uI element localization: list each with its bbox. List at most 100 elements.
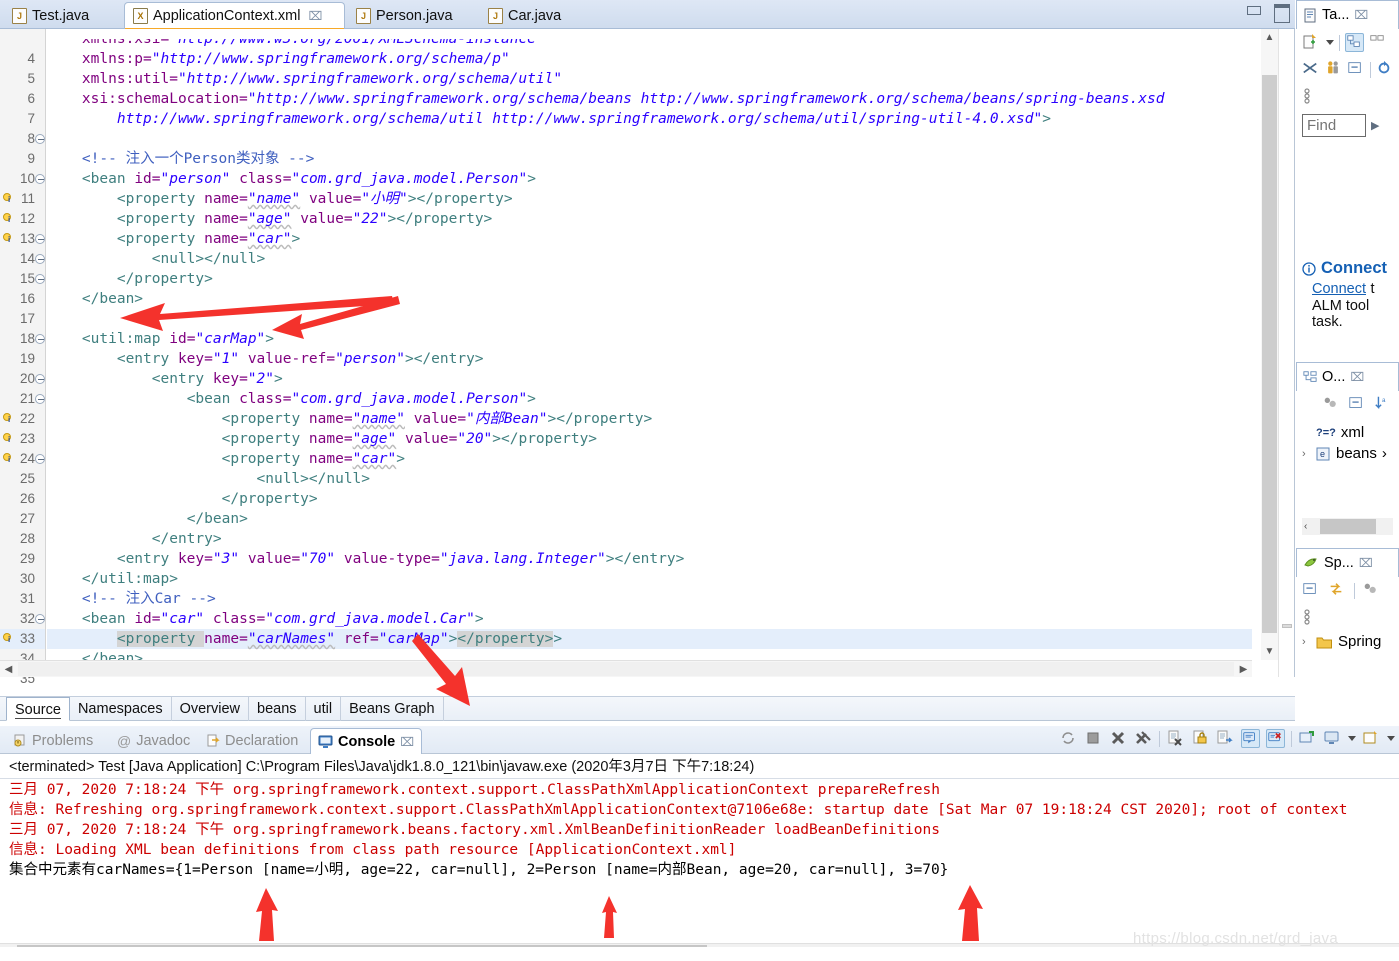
editor-vertical-scrollbar[interactable]: ▲ ▼ bbox=[1261, 29, 1278, 660]
tasks-view-tab[interactable]: Ta... ⌧ bbox=[1296, 0, 1399, 29]
clear-console-icon[interactable] bbox=[1166, 729, 1185, 748]
outline-tree[interactable]: ?=? xml › e beans › ‹ bbox=[1296, 418, 1399, 539]
code-line[interactable]: <property name="name" value="小明"></prope… bbox=[47, 189, 1252, 209]
show-console-on-error-icon[interactable] bbox=[1266, 729, 1285, 748]
code-line[interactable]: </property> bbox=[47, 269, 1252, 289]
collapse-all-icon[interactable] bbox=[1302, 581, 1321, 600]
minimize-icon[interactable] bbox=[1245, 4, 1262, 19]
gutter-line[interactable]: 25 bbox=[0, 469, 45, 489]
code-line[interactable]: <property name="carNames" ref="carMap" ><… bbox=[47, 629, 1252, 649]
page-tab-namespaces[interactable]: Namespaces bbox=[70, 697, 172, 721]
code-line[interactable]: <property name="name" value="内部Bean"></p… bbox=[47, 409, 1252, 429]
tab-javadoc[interactable]: @ Javadoc bbox=[110, 728, 197, 754]
gutter-line[interactable]: 29 bbox=[0, 549, 45, 569]
close-icon[interactable]: ⌧ bbox=[400, 735, 414, 749]
scrollbar-thumb[interactable] bbox=[1320, 519, 1376, 534]
fold-collapse-icon[interactable] bbox=[35, 394, 45, 404]
code-line[interactable]: <entry key="3" value="70" value-type="ja… bbox=[47, 549, 1252, 569]
page-tab-util[interactable]: util bbox=[306, 697, 342, 721]
fold-collapse-icon[interactable] bbox=[35, 374, 45, 384]
gutter-line[interactable]: 16 bbox=[0, 289, 45, 309]
gutter-line[interactable]: 22 bbox=[0, 409, 45, 429]
chevron-down-icon[interactable] bbox=[1326, 40, 1334, 45]
code-line[interactable] bbox=[47, 309, 1252, 329]
people-icon[interactable] bbox=[1325, 60, 1342, 79]
code-line[interactable]: <property name="age" value="20"></proper… bbox=[47, 429, 1252, 449]
filter-icon[interactable] bbox=[1302, 60, 1319, 79]
code-line[interactable]: <null></null> bbox=[47, 469, 1252, 489]
code-line[interactable]: <property name="age" value="22"></proper… bbox=[47, 209, 1252, 229]
gutter-line[interactable]: 26 bbox=[0, 489, 45, 509]
code-line[interactable]: <property name="car"> bbox=[47, 229, 1252, 249]
sync-icon[interactable] bbox=[1376, 60, 1393, 79]
chevron-right-icon[interactable]: › bbox=[1302, 636, 1311, 648]
gutter-line[interactable]: 12 bbox=[0, 209, 45, 229]
editor-overview-ruler[interactable] bbox=[1278, 29, 1294, 677]
open-console-icon[interactable] bbox=[1362, 729, 1381, 748]
close-icon[interactable]: ⌧ bbox=[309, 9, 323, 23]
console-output[interactable]: 三月 07, 2020 7:18:24 下午 org.springframewo… bbox=[0, 780, 1399, 942]
scroll-left-icon[interactable]: ◀ bbox=[0, 661, 17, 678]
page-tab-beans[interactable]: beans bbox=[249, 697, 306, 721]
chevron-right-icon[interactable]: ▶ bbox=[1371, 119, 1379, 132]
gutter-line[interactable]: 6 bbox=[0, 89, 45, 109]
code-line[interactable]: <util:map id="carMap"> bbox=[47, 329, 1252, 349]
word-wrap-icon[interactable] bbox=[1216, 729, 1235, 748]
editor-code-area[interactable]: xmlns:xsi="http://www.w3.org/2001/XMLSch… bbox=[47, 29, 1252, 677]
categorize-icon[interactable] bbox=[1369, 33, 1388, 52]
link-with-editor-icon[interactable] bbox=[1328, 581, 1347, 600]
page-tab-overview[interactable]: Overview bbox=[172, 697, 250, 721]
gutter-line[interactable]: 17 bbox=[0, 309, 45, 329]
fold-collapse-icon[interactable] bbox=[35, 134, 45, 144]
gutter-line[interactable]: 14 bbox=[0, 249, 45, 269]
terminate-icon[interactable] bbox=[1084, 729, 1103, 748]
code-line[interactable]: <entry key="1" value-ref="person"></entr… bbox=[47, 349, 1252, 369]
fold-collapse-icon[interactable] bbox=[35, 174, 45, 184]
spring-item-spring[interactable]: › Spring bbox=[1302, 631, 1393, 652]
code-line[interactable]: xsi:schemaLocation="http://www.springfra… bbox=[47, 89, 1252, 109]
close-icon[interactable]: ⌧ bbox=[1350, 370, 1364, 384]
gutter-line[interactable]: 10 bbox=[0, 169, 45, 189]
code-line[interactable]: </bean> bbox=[47, 509, 1252, 529]
scroll-left-icon[interactable]: ‹ bbox=[1304, 518, 1307, 535]
new-task-icon[interactable] bbox=[1302, 33, 1321, 52]
gutter-line[interactable]: 11 bbox=[0, 189, 45, 209]
code-line[interactable]: http://www.springframework.org/schema/ut… bbox=[47, 109, 1252, 129]
code-line[interactable]: <!-- 注入Car --> bbox=[47, 589, 1252, 609]
link-with-editor-icon[interactable]: a bbox=[1374, 395, 1393, 414]
remove-launch-icon[interactable] bbox=[1109, 729, 1128, 748]
collapse-all-icon[interactable] bbox=[1347, 60, 1364, 79]
maximize-icon[interactable] bbox=[1272, 4, 1290, 23]
editor-tab-car-java[interactable]: J Car.java bbox=[480, 2, 580, 29]
code-line[interactable]: </entry> bbox=[47, 529, 1252, 549]
gutter-line[interactable]: 19 bbox=[0, 349, 45, 369]
xml-editor[interactable]: 4 5 6 7 8 9 10 11 12 13 14 15 16 17 18 19 20 21 22 23 24 25 26… bbox=[0, 29, 1295, 686]
code-line[interactable]: </bean> bbox=[47, 289, 1252, 309]
gutter-line[interactable]: 31 bbox=[0, 589, 45, 609]
chevron-down-icon[interactable] bbox=[1387, 736, 1395, 741]
code-line[interactable]: <bean id="car" class="com.grd_java.model… bbox=[47, 609, 1252, 629]
editor-horizontal-scrollbar[interactable]: ◀ ▶ bbox=[0, 660, 1252, 677]
gutter-line[interactable]: 15 bbox=[0, 269, 45, 289]
fold-collapse-icon[interactable] bbox=[35, 254, 45, 264]
scroll-up-icon[interactable]: ▲ bbox=[1261, 29, 1278, 46]
code-line[interactable]: <bean id="person" class="com.grd_java.mo… bbox=[47, 169, 1252, 189]
code-line[interactable]: xmlns:xsi="http://www.w3.org/2001/XMLSch… bbox=[47, 39, 1252, 49]
group-by-icon[interactable] bbox=[1345, 33, 1364, 52]
code-line[interactable]: xmlns:p="http://www.springframework.org/… bbox=[47, 49, 1252, 69]
editor-gutter[interactable]: 4 5 6 7 8 9 10 11 12 13 14 15 16 17 18 19 20 21 22 23 24 25 26… bbox=[0, 29, 46, 686]
code-line[interactable]: </util:map> bbox=[47, 569, 1252, 589]
view-menu-icon[interactable] bbox=[1302, 87, 1321, 106]
gutter-line[interactable] bbox=[0, 29, 45, 49]
fold-collapse-icon[interactable] bbox=[35, 234, 45, 244]
remove-all-launches-icon[interactable] bbox=[1134, 729, 1153, 748]
gutter-line[interactable]: 20 bbox=[0, 369, 45, 389]
outline-horizontal-scrollbar[interactable]: ‹ bbox=[1302, 518, 1393, 535]
outline-view-tab[interactable]: O... ⌧ bbox=[1296, 362, 1399, 391]
code-line[interactable]: <null></null> bbox=[47, 249, 1252, 269]
code-line[interactable]: xmlns:util="http://www.springframework.o… bbox=[47, 69, 1252, 89]
tab-declaration[interactable]: Declaration bbox=[199, 728, 305, 754]
editor-tab-test-java[interactable]: J Test.java bbox=[4, 2, 122, 29]
fold-collapse-icon[interactable] bbox=[35, 614, 45, 624]
find-input[interactable] bbox=[1302, 114, 1366, 137]
